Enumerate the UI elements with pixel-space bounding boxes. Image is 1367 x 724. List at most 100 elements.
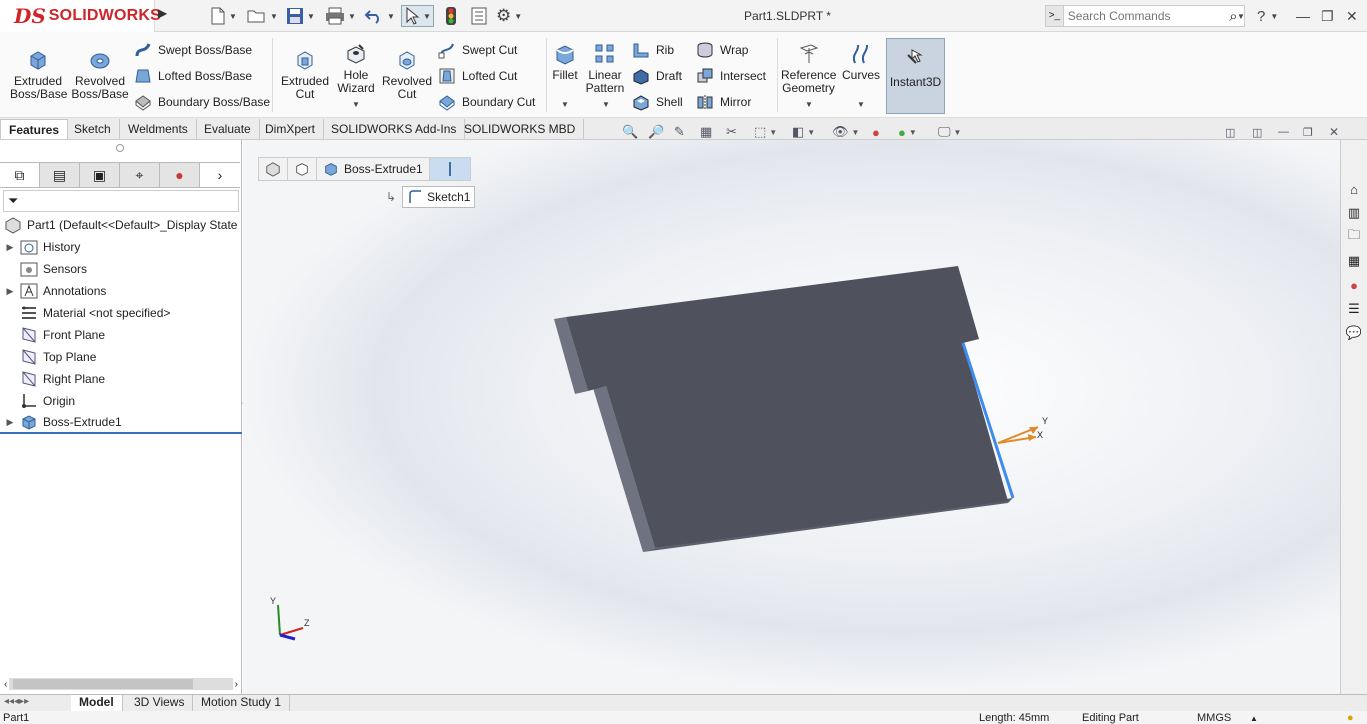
design-library-button[interactable]: ▥ [1343, 202, 1365, 224]
extruded-boss-button[interactable]: Extruded Boss/Base [10, 48, 67, 101]
print-button[interactable]: ▼ [325, 5, 356, 27]
minimize-window-button[interactable]: — [1296, 6, 1310, 26]
document-close-button[interactable]: ✕ [1329, 122, 1339, 142]
tree-item-history[interactable]: ▶ History [0, 236, 242, 258]
appearances-button[interactable]: ● [1343, 274, 1365, 296]
instant3d-button[interactable]: Instant3D [886, 38, 945, 114]
view-orientation-button[interactable]: ⬚ ▼ [754, 122, 777, 142]
tab-sketch[interactable]: Sketch [66, 119, 120, 139]
new-document-button[interactable]: ▼ [210, 5, 237, 27]
open-document-button[interactable]: ▼ [247, 5, 278, 27]
draft-button[interactable]: Draft [632, 65, 682, 87]
hole-wizard-button[interactable]: Hole Wizard [334, 42, 378, 95]
boundary-boss-button[interactable]: Boundary Boss/Base [134, 91, 270, 113]
tab-solidworks-mbd[interactable]: SOLIDWORKS MBD [456, 119, 585, 139]
display-style-button[interactable]: ◧ ▼ [792, 122, 815, 142]
tree-item-material[interactable]: Material <not specified> [0, 302, 242, 324]
viewport-tile-right-button[interactable]: ◫ [1252, 122, 1262, 142]
panel-splitter-handle[interactable] [116, 144, 124, 152]
file-explorer-button[interactable]: 🗀 [1343, 226, 1365, 248]
tab-feature-manager[interactable]: ⧉ [0, 162, 40, 188]
expand-arrow-icon[interactable]: ▶ [0, 417, 14, 428]
viewport-tile-left-button[interactable]: ◫ [1225, 122, 1235, 142]
tree-item-right-plane[interactable]: Right Plane [0, 368, 242, 390]
tab-3d-views[interactable]: 3D Views [126, 695, 194, 711]
section-view-button[interactable]: ▦ [700, 122, 712, 142]
shell-button[interactable]: Shell [632, 91, 683, 113]
tab-weldments[interactable]: Weldments [120, 119, 197, 139]
view-settings-button[interactable]: 🖵 ▼ [938, 122, 961, 142]
rib-button[interactable]: Rib [632, 39, 674, 61]
search-input[interactable] [1063, 9, 1223, 23]
tab-property-manager[interactable]: ▤ [40, 162, 80, 188]
apply-scene-button[interactable]: ● ▼ [898, 122, 917, 142]
previous-view-button[interactable]: ✎ [674, 122, 685, 142]
solidworks-resources-button[interactable]: ⌂ [1343, 178, 1365, 200]
curves-button[interactable]: Curves [841, 42, 881, 82]
wrap-button[interactable]: Wrap [696, 39, 748, 61]
options-button[interactable]: ⚙ ▼ [496, 5, 522, 27]
zoom-to-fit-button[interactable]: 🔍 [622, 122, 638, 142]
tree-root-part[interactable]: Part1 (Default<<Default>_Display State [0, 214, 242, 236]
tab-features[interactable]: Features [0, 119, 69, 139]
edit-appearance-button[interactable]: ● [872, 122, 880, 142]
search-commands-box[interactable]: >_ ⌕ [1045, 5, 1245, 27]
tree-item-sensors[interactable]: Sensors [0, 258, 242, 280]
restore-window-button[interactable]: ❐ [1321, 6, 1334, 26]
scroll-left-icon[interactable]: ‹ [0, 679, 7, 690]
help-button[interactable]: ? ▼ [1257, 6, 1278, 26]
hole-wizard-dropdown-icon[interactable]: ▼ [352, 100, 360, 109]
view-palette-button[interactable]: ▦ [1343, 250, 1365, 272]
tab-dimxpert-manager[interactable]: ⌖ [120, 162, 160, 188]
undo-button[interactable]: ▼ [364, 5, 395, 27]
tab-display-manager[interactable]: ● [160, 162, 200, 188]
forum-button[interactable]: 💬 [1343, 322, 1365, 344]
tab-scroll-arrows[interactable]: ◂◂◂▸▸ [4, 696, 29, 707]
document-restore-button[interactable]: ❐ [1303, 122, 1313, 142]
tab-model[interactable]: Model [71, 695, 123, 711]
mirror-button[interactable]: Mirror [696, 91, 751, 113]
units-dropdown-icon[interactable]: ▲ [1250, 712, 1258, 724]
rebuild-button[interactable] [445, 5, 457, 27]
fillet-dropdown-icon[interactable]: ▼ [561, 100, 569, 109]
expand-arrow-icon[interactable]: ▶ [0, 242, 14, 253]
linear-pattern-dropdown-icon[interactable]: ▼ [602, 100, 610, 109]
tree-item-annotations[interactable]: ▶ Annotations [0, 280, 242, 302]
search-dropdown-arrow[interactable]: ▼ [1237, 6, 1245, 26]
tab-dimxpert[interactable]: DimXpert [257, 119, 325, 139]
tree-item-front-plane[interactable]: Front Plane [0, 324, 242, 346]
curves-dropdown-icon[interactable]: ▼ [857, 100, 865, 109]
select-button[interactable]: ▼ [401, 5, 434, 27]
scrollbar-thumb[interactable] [13, 679, 194, 689]
tab-solidworks-add-ins[interactable]: SOLIDWORKS Add-Ins [323, 119, 466, 139]
lofted-cut-button[interactable]: Lofted Cut [438, 65, 517, 87]
reference-geometry-dropdown-icon[interactable]: ▼ [805, 100, 813, 109]
tree-filter[interactable]: ⏷ [3, 190, 239, 212]
graphics-area[interactable]: Boss-Extrude1 ↳ Sketch1 Y X Y Z [243, 140, 1340, 694]
file-properties-button[interactable] [470, 5, 488, 27]
tree-item-origin[interactable]: Origin [0, 390, 242, 412]
reference-geometry-button[interactable]: Reference Geometry [781, 42, 836, 95]
expand-tabs-arrow[interactable]: › [200, 162, 240, 188]
extruded-cut-button[interactable]: Extruded Cut [278, 48, 332, 101]
tree-item-top-plane[interactable]: Top Plane [0, 346, 242, 368]
revolved-cut-button[interactable]: Revolved Cut [382, 48, 432, 101]
tab-configuration-manager[interactable]: ▣ [80, 162, 120, 188]
boundary-cut-button[interactable]: Boundary Cut [438, 91, 535, 113]
expand-menu-arrow-icon[interactable]: ▶ [158, 6, 174, 26]
rebuild-status-icon[interactable]: ● [1347, 712, 1354, 724]
close-window-button[interactable]: ✕ [1346, 6, 1358, 26]
save-button[interactable]: ▼ [286, 5, 315, 27]
intersect-button[interactable]: Intersect [696, 65, 766, 87]
status-units[interactable]: MMGS [1197, 712, 1231, 724]
tab-motion-study-1[interactable]: Motion Study 1 [193, 695, 291, 711]
scroll-right-icon[interactable]: › [235, 679, 242, 690]
swept-boss-button[interactable]: Swept Boss/Base [134, 39, 252, 61]
fillet-button[interactable]: Fillet [549, 42, 581, 82]
dynamic-annotation-button[interactable]: ✂ [726, 122, 737, 142]
tab-evaluate[interactable]: Evaluate [196, 119, 260, 139]
expand-arrow-icon[interactable]: ▶ [0, 286, 14, 297]
horizontal-scrollbar[interactable]: ‹ › [0, 676, 242, 692]
custom-properties-button[interactable]: ☰ [1343, 298, 1365, 320]
revolved-boss-button[interactable]: Revolved Boss/Base [70, 48, 130, 101]
